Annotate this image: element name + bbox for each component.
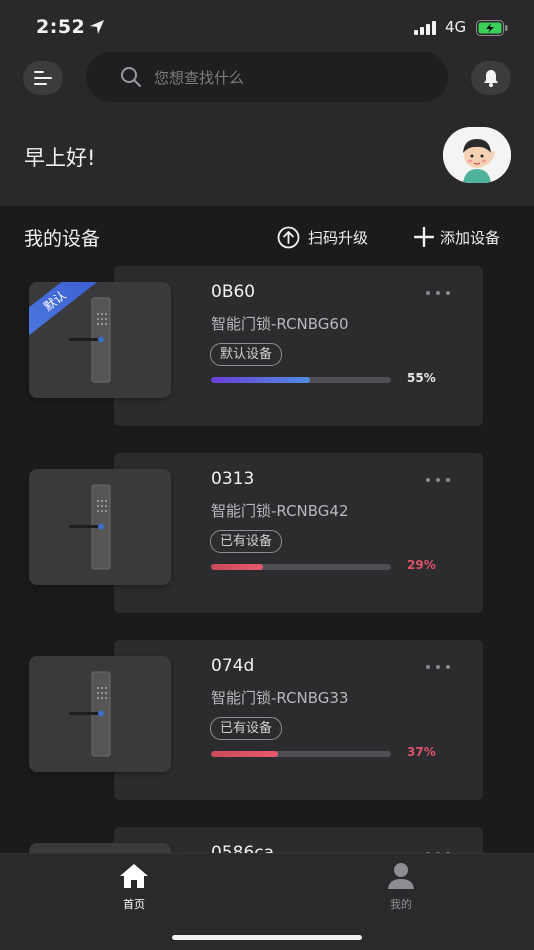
scan-upgrade-label: 扫码升级 <box>308 228 369 247</box>
notification-button[interactable] <box>471 61 511 95</box>
avatar[interactable] <box>443 127 511 183</box>
device-status-tag: 已有设备 <box>210 530 283 553</box>
status-bar: 2:52 4G <box>0 0 534 52</box>
location-arrow-icon <box>90 20 104 34</box>
progress-label: 55% <box>407 371 436 385</box>
search-placeholder: 您想查找什么 <box>154 69 245 87</box>
device-card[interactable]: 默认 0B60 智能门锁-RCNBG60 默认设备 55% <box>0 266 534 426</box>
upload-circle-icon <box>277 226 300 248</box>
tab-home-label: 首页 <box>123 898 145 911</box>
network-label: 4G <box>445 18 467 36</box>
plus-icon <box>414 227 434 247</box>
tab-mine-label: 我的 <box>390 898 412 911</box>
section-title: 我的设备 <box>24 228 101 250</box>
progress-bar <box>211 751 391 757</box>
device-thumbnail <box>29 469 171 585</box>
search-bar[interactable]: 您想查找什么 <box>86 52 448 102</box>
device-thumbnail: 默认 <box>29 282 171 398</box>
avatar-image <box>443 127 511 183</box>
door-lock-image <box>69 671 111 757</box>
user-icon <box>388 863 414 889</box>
menu-button[interactable] <box>23 61 63 95</box>
more-options-icon[interactable] <box>424 662 452 672</box>
tab-home[interactable]: 首页 <box>94 862 174 916</box>
battery-charging-icon <box>476 20 508 36</box>
progress-bar <box>211 377 391 383</box>
bell-icon <box>484 70 498 87</box>
greeting: 早上好! <box>24 146 96 170</box>
progress-fill <box>211 751 278 757</box>
home-indicator <box>172 935 362 940</box>
door-lock-image <box>69 484 111 570</box>
add-device-label: 添加设备 <box>440 228 501 247</box>
progress-fill <box>211 377 310 383</box>
menu-icon <box>34 71 52 85</box>
device-status-tag: 已有设备 <box>210 717 283 740</box>
device-name: 0313 <box>211 469 255 489</box>
door-lock-image <box>69 297 111 383</box>
home-icon <box>120 864 148 888</box>
device-name: 074d <box>211 656 255 676</box>
progress-label: 37% <box>407 745 436 759</box>
device-name: 0B60 <box>211 282 256 302</box>
device-model: 智能门锁-RCNBG60 <box>211 315 349 333</box>
device-model: 智能门锁-RCNBG33 <box>211 689 349 707</box>
progress-fill <box>211 564 264 570</box>
device-model: 智能门锁-RCNBG42 <box>211 502 349 520</box>
signal-icon <box>414 21 436 35</box>
progress-bar <box>211 564 391 570</box>
more-options-icon[interactable] <box>424 475 452 485</box>
device-card[interactable]: 074d 智能门锁-RCNBG33 已有设备 37% <box>0 640 534 800</box>
scan-upgrade-button[interactable]: 扫码升级 <box>277 225 368 249</box>
status-time: 2:52 <box>36 16 86 38</box>
device-status-tag: 默认设备 <box>210 343 283 366</box>
progress-label: 29% <box>407 558 436 572</box>
search-icon <box>121 67 141 87</box>
more-options-icon[interactable] <box>424 288 452 298</box>
device-card[interactable]: 0313 智能门锁-RCNBG42 已有设备 29% <box>0 453 534 613</box>
device-thumbnail <box>29 656 171 772</box>
add-device-button[interactable]: 添加设备 <box>414 225 500 249</box>
tab-mine[interactable]: 我的 <box>361 862 441 916</box>
